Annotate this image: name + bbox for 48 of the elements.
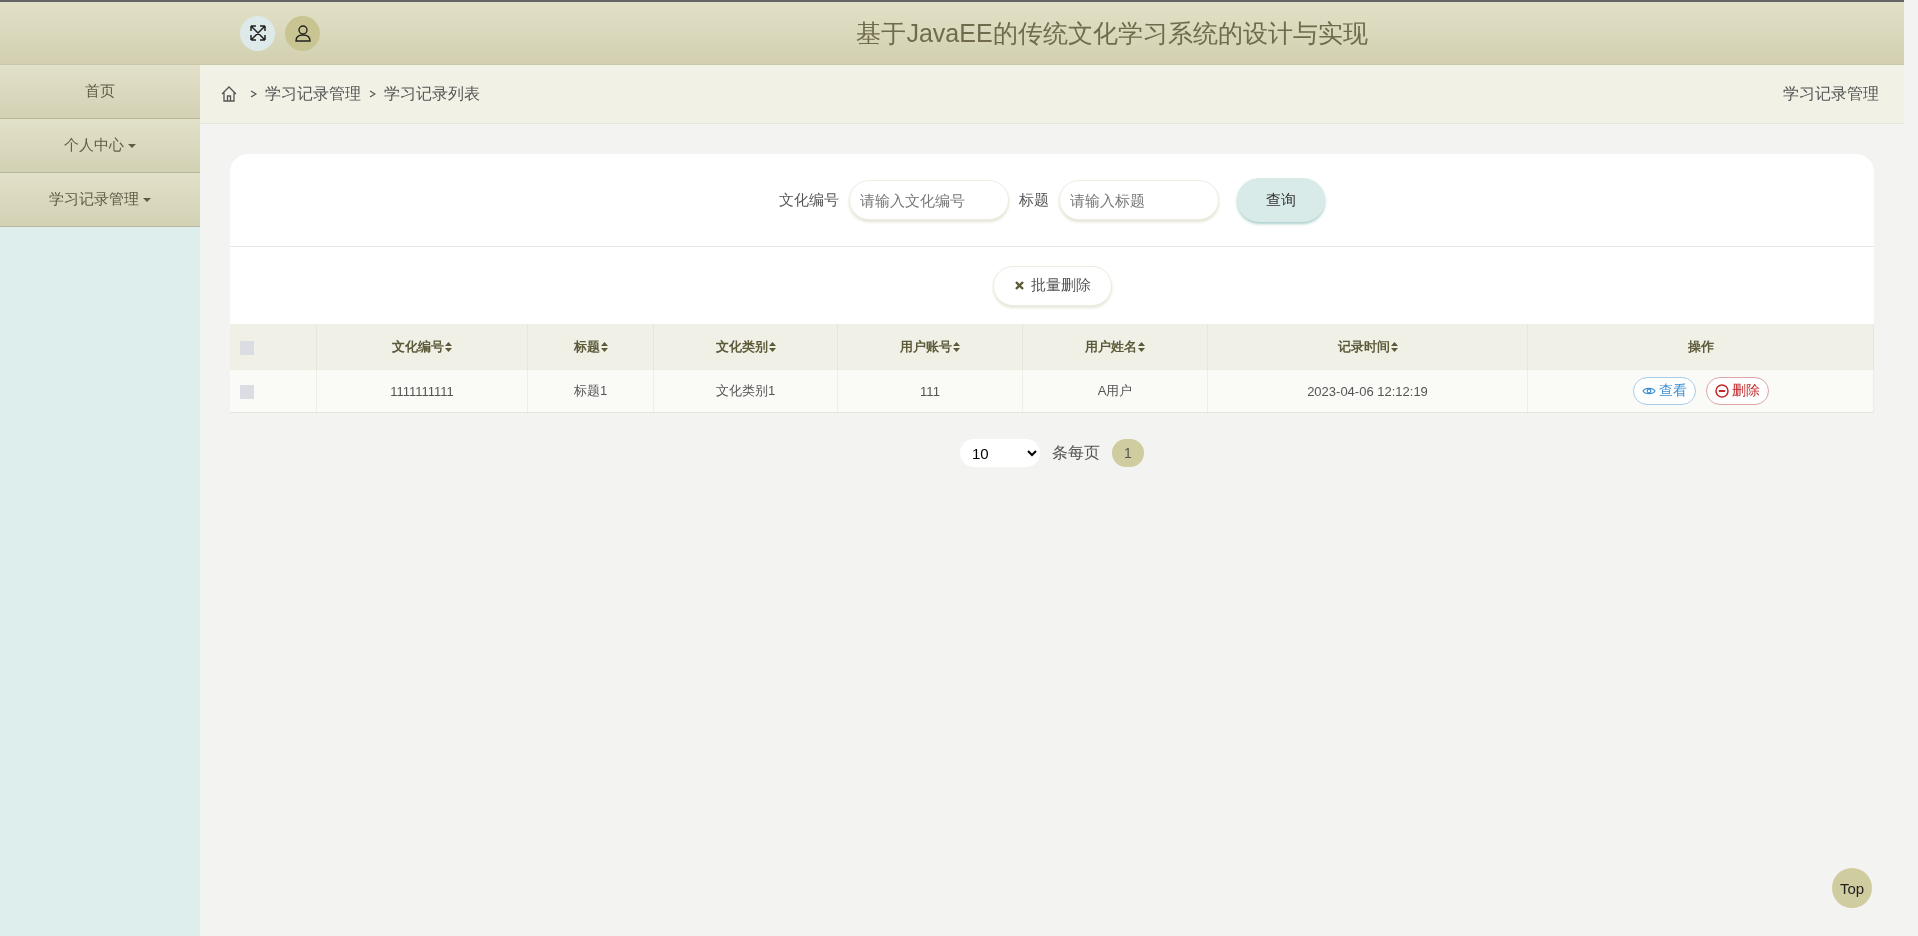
column-header[interactable]: 记录时间 — [1337, 338, 1390, 356]
site-title: 基于JavaEE的传统文化学习系统的设计与实现 — [855, 17, 1369, 49]
table-cell: 文化类别1 — [653, 370, 838, 413]
sort-icon[interactable] — [1390, 342, 1398, 352]
field-label: 标题 — [1019, 190, 1049, 210]
column-header[interactable]: 文化编号 — [392, 338, 444, 356]
column-header: 操作 — [1527, 324, 1874, 370]
caret-icon — [128, 143, 136, 148]
fullscreen-icon[interactable] — [240, 15, 275, 51]
sort-icon[interactable] — [953, 342, 960, 352]
minus-circle-icon — [1714, 384, 1729, 398]
sort-icon[interactable] — [600, 342, 608, 352]
search-button[interactable]: 查询 — [1237, 178, 1325, 222]
table-cell: 111 — [837, 370, 1023, 413]
sort-icon[interactable] — [1138, 342, 1145, 352]
field-label: 文化编号 — [779, 190, 839, 210]
table-cell: 2023-04-06 12:12:19 — [1207, 370, 1528, 413]
page-size-select[interactable]: 10 — [960, 439, 1040, 467]
column-header[interactable]: 标题 — [573, 338, 600, 356]
page-button[interactable]: 1 — [1112, 439, 1144, 467]
view-button[interactable]: 查看 — [1632, 377, 1696, 405]
sidebar-item[interactable]: 首页 — [0, 65, 200, 119]
sidebar-item[interactable]: 学习记录管理 — [0, 173, 200, 227]
column-header[interactable]: 用户账号 — [900, 338, 952, 356]
row-checkbox[interactable] — [240, 384, 254, 399]
caret-icon — [143, 197, 151, 202]
table-cell: 标题1 — [527, 370, 654, 413]
table-cell: 1111111111 — [316, 370, 528, 413]
user-icon[interactable] — [285, 15, 320, 51]
table-cell: A用户 — [1022, 370, 1208, 413]
back-to-top-button[interactable]: Top — [1832, 868, 1872, 908]
sidebar-item[interactable]: 个人中心 — [0, 119, 200, 173]
breadcrumb-link[interactable]: 学习记录列表 — [384, 83, 480, 105]
bulk-delete-button[interactable]: 批量删除 — [992, 265, 1112, 306]
close-icon — [1013, 280, 1025, 291]
sort-icon[interactable] — [768, 342, 776, 352]
sort-icon[interactable] — [445, 342, 452, 352]
page-size-label: 条每页 — [1052, 442, 1100, 463]
chevron-icon — [369, 90, 376, 98]
chevron-icon — [250, 90, 257, 98]
home-icon[interactable] — [220, 85, 238, 103]
search-field[interactable]: 请输入文化编号 — [849, 180, 1009, 220]
breadcrumb-link[interactable]: 学习记录管理 — [265, 83, 361, 105]
delete-button[interactable]: 删除 — [1705, 377, 1769, 405]
column-header[interactable]: 用户姓名 — [1085, 338, 1137, 356]
column-header[interactable]: 文化类别 — [715, 338, 768, 356]
search-field[interactable]: 请输入标题 — [1059, 180, 1219, 220]
page-title: 学习记录管理 — [1783, 83, 1879, 104]
